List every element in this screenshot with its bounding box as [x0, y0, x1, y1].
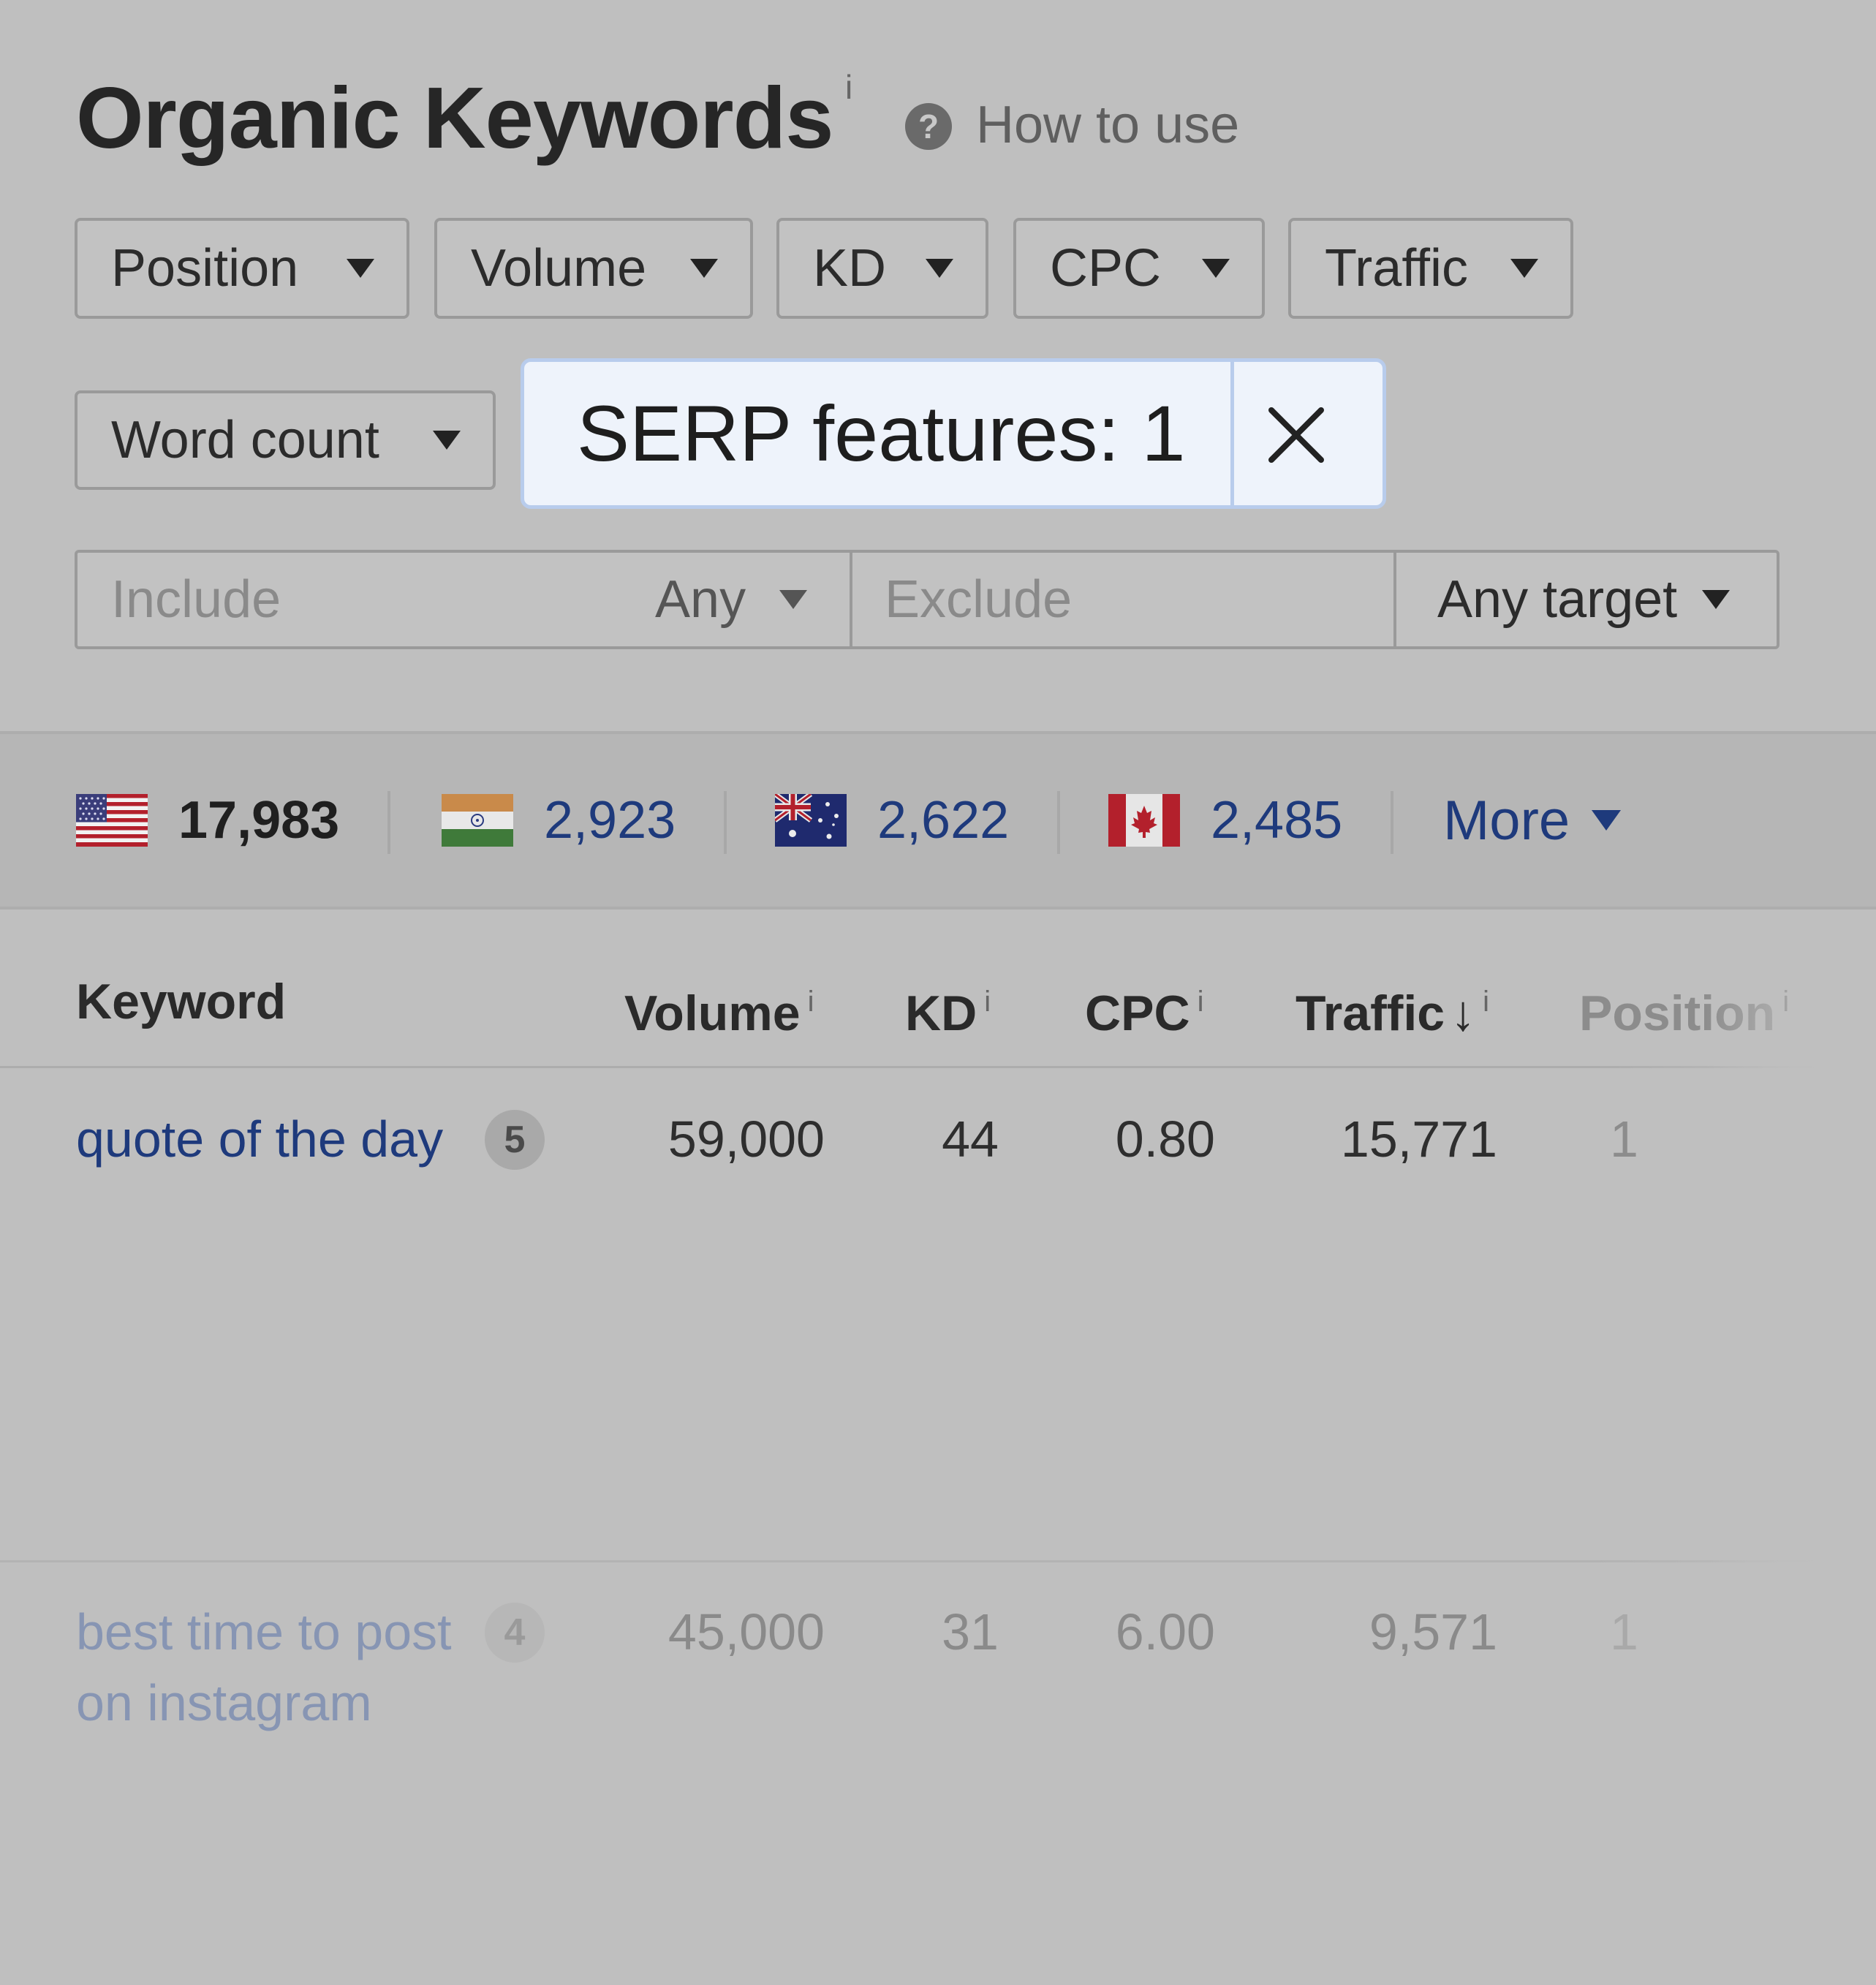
- australia-flag-icon: [775, 794, 847, 847]
- divider: [1393, 553, 1396, 646]
- serp-features-count-badge[interactable]: 4: [485, 1603, 545, 1663]
- country-canada[interactable]: 2,485: [1108, 734, 1342, 907]
- column-header-label: Traffic: [1296, 986, 1445, 1041]
- separator: [1391, 791, 1393, 854]
- info-icon[interactable]: i: [1198, 986, 1204, 1018]
- serp-features-filter-chip[interactable]: SERP features: 1: [521, 358, 1386, 509]
- caret-down-icon: [433, 431, 461, 450]
- caret-down-icon: [779, 590, 808, 609]
- country-australia[interactable]: 2,622: [775, 734, 1009, 907]
- canada-flag-icon: [1108, 794, 1180, 847]
- column-header-keyword[interactable]: Keyword: [76, 965, 286, 1038]
- india-flag-icon: [442, 794, 513, 847]
- more-label: More: [1443, 789, 1570, 852]
- serp-features-count-badge[interactable]: 5: [485, 1110, 545, 1170]
- column-header-label: KD: [905, 986, 977, 1041]
- column-header-volume[interactable]: Volume i: [624, 965, 814, 1050]
- keyword-search-row: Any Any target: [75, 550, 1779, 649]
- separator: [387, 791, 390, 854]
- position-value: 1: [1610, 1111, 1638, 1168]
- more-countries-button[interactable]: More: [1443, 734, 1622, 907]
- volume-value: 59,000: [667, 1111, 825, 1168]
- traffic-value: 15,771: [1340, 1111, 1497, 1168]
- cpc-filter-label: CPC: [1050, 239, 1162, 298]
- kd-value: 44: [942, 1111, 999, 1168]
- caret-down-icon: [1702, 590, 1731, 609]
- caret-down-icon: [1592, 810, 1622, 831]
- target-select[interactable]: Any target: [1437, 553, 1731, 646]
- country-count: 2,622: [877, 791, 1010, 850]
- row-divider: [0, 1560, 1876, 1562]
- table-header-divider: [0, 1066, 1876, 1068]
- help-icon[interactable]: ?: [905, 103, 952, 150]
- us-flag-icon: [76, 794, 148, 847]
- position-filter-label: Position: [111, 239, 299, 298]
- keyword-link[interactable]: quote of the day: [76, 1104, 485, 1175]
- country-count: 2,923: [544, 791, 676, 850]
- column-header-label: CPC: [1085, 986, 1190, 1041]
- separator: [1057, 791, 1060, 854]
- kd-filter-button[interactable]: KD: [776, 218, 988, 319]
- country-us[interactable]: 17,983: [76, 734, 339, 907]
- traffic-filter-label: Traffic: [1325, 239, 1469, 298]
- country-count: 2,485: [1211, 791, 1343, 850]
- caret-down-icon: [926, 259, 953, 278]
- separator: [724, 791, 727, 854]
- chip-divider: [1230, 362, 1234, 505]
- country-india[interactable]: 2,923: [442, 734, 676, 907]
- kd-value: 31: [942, 1603, 999, 1660]
- caret-down-icon: [690, 259, 718, 278]
- column-header-traffic[interactable]: Traffic ↓ i: [1296, 965, 1489, 1050]
- table-fade-overlay: [1703, 921, 1876, 1985]
- include-mode-select[interactable]: Any: [655, 553, 808, 646]
- volume-value: 45,000: [667, 1603, 825, 1660]
- exclude-input[interactable]: [885, 553, 1396, 646]
- traffic-filter-button[interactable]: Traffic: [1288, 218, 1573, 319]
- caret-down-icon: [347, 259, 374, 278]
- title-info-icon[interactable]: i: [845, 67, 852, 107]
- cpc-filter-button[interactable]: CPC: [1013, 218, 1265, 319]
- close-icon[interactable]: [1252, 391, 1340, 479]
- column-header-kd[interactable]: KD i: [905, 965, 991, 1050]
- target-value: Any target: [1437, 570, 1678, 629]
- country-bar: 17,983 2,923 2,622 2,485 More: [0, 731, 1876, 910]
- include-input[interactable]: [111, 553, 623, 646]
- how-to-use-link[interactable]: How to use: [976, 94, 1239, 156]
- info-icon[interactable]: i: [808, 986, 814, 1018]
- include-mode-value: Any: [655, 570, 746, 629]
- info-icon[interactable]: i: [1483, 986, 1489, 1018]
- page-title: Organic Keywords: [76, 69, 833, 167]
- position-filter-button[interactable]: Position: [75, 218, 409, 319]
- info-icon[interactable]: i: [984, 986, 991, 1018]
- column-header-cpc[interactable]: CPC i: [1085, 965, 1203, 1050]
- caret-down-icon: [1510, 259, 1538, 278]
- column-header-label: Volume: [624, 986, 801, 1041]
- country-count: 17,983: [178, 791, 340, 850]
- column-header-label: Keyword: [76, 974, 287, 1029]
- volume-filter-button[interactable]: Volume: [434, 218, 753, 319]
- position-value: 1: [1610, 1603, 1638, 1660]
- cpc-value: 6.00: [1115, 1603, 1215, 1660]
- traffic-value: 9,571: [1369, 1603, 1497, 1660]
- kd-filter-label: KD: [813, 239, 887, 298]
- sort-descending-icon: ↓: [1451, 986, 1476, 1041]
- keyword-link[interactable]: best time to post on instagram: [76, 1597, 485, 1739]
- word-count-filter-label: Word count: [111, 411, 379, 469]
- cpc-value: 0.80: [1115, 1111, 1215, 1168]
- divider: [850, 553, 852, 646]
- caret-down-icon: [1202, 259, 1230, 278]
- word-count-filter-button[interactable]: Word count: [75, 390, 496, 490]
- volume-filter-label: Volume: [471, 239, 647, 298]
- serp-features-label: SERP features: 1: [577, 389, 1186, 477]
